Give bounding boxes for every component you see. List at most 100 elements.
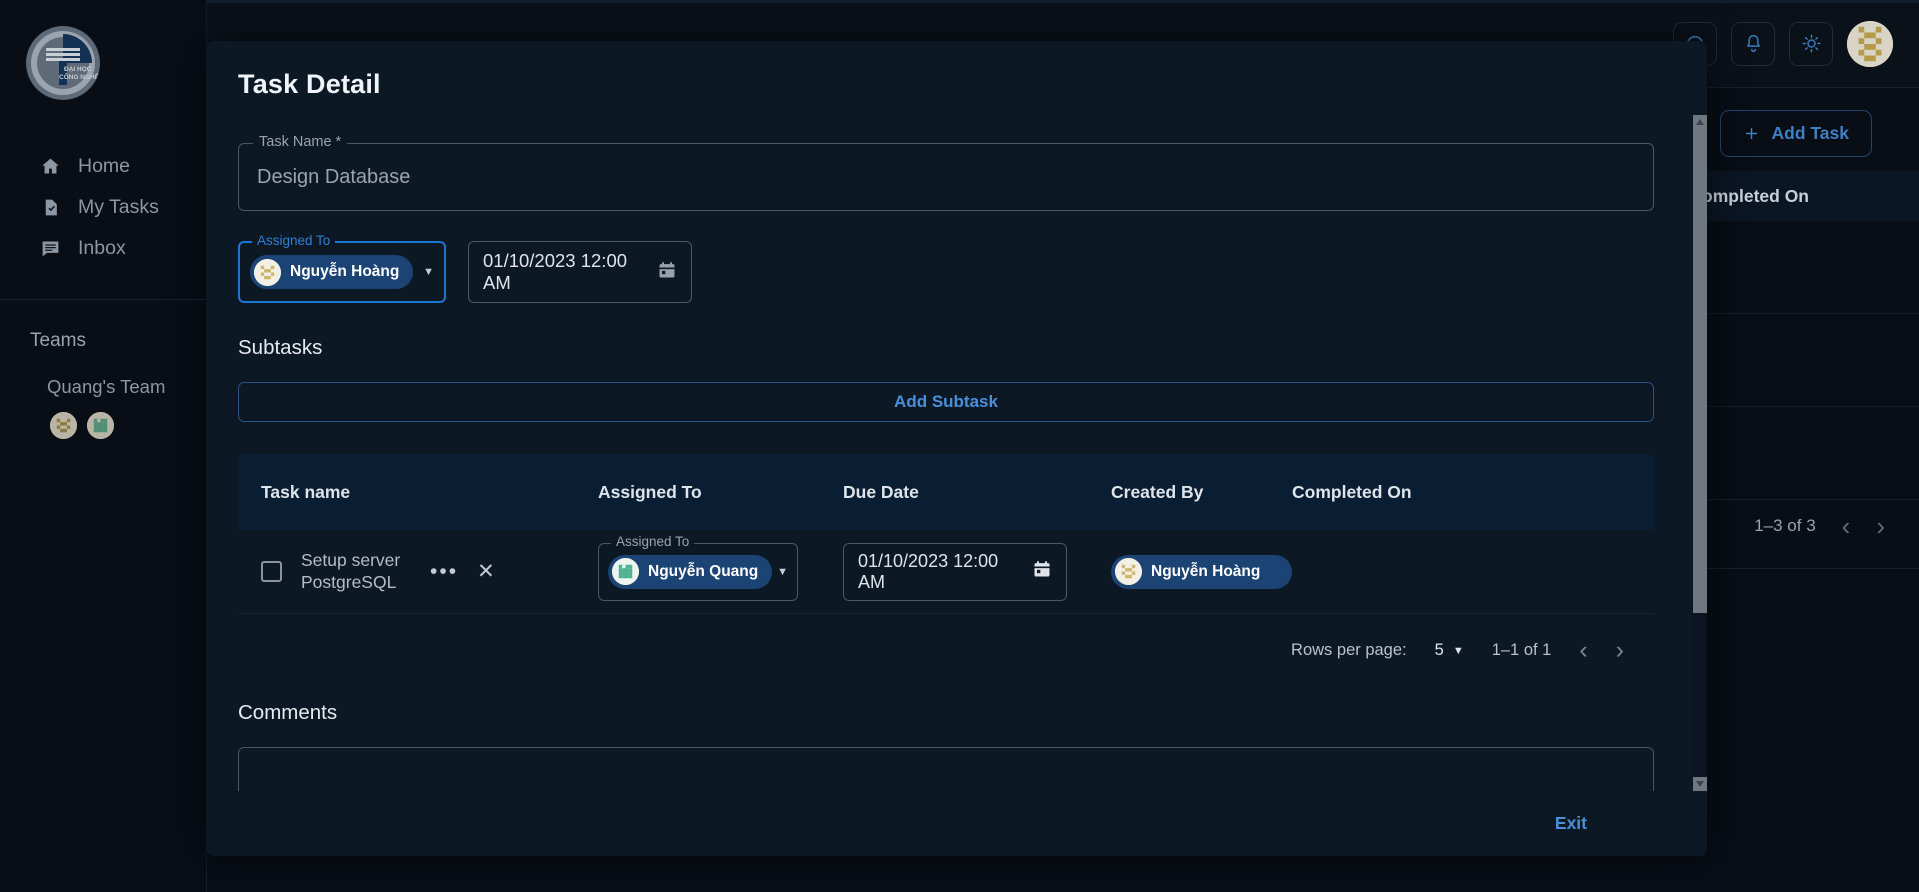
modal-scroll-body: Task Name * Design Database Assigned To [207,115,1685,791]
subtask-due-date-field[interactable]: 01/10/2023 12:00 AM [843,542,1067,601]
calendar-icon[interactable] [1032,559,1052,584]
brightness-sun-icon [1802,34,1820,53]
assigned-to-label: Assigned To [252,234,336,248]
avatar-identicon-green [612,558,639,585]
team-member-avatar-nguyen-quang[interactable] [87,412,114,439]
background-next-page-button[interactable]: › [1876,513,1885,539]
comments-title: Comments [238,701,338,724]
column-completed-on: Completed On [1292,481,1412,502]
brightness-toggle-button[interactable] [1789,21,1833,66]
due-date-field[interactable]: 01/10/2023 12:00 AM [468,241,692,303]
scroll-down-button[interactable] [1693,777,1707,791]
chevron-up-icon [1696,119,1704,125]
column-due-date: Due Date [843,481,919,502]
subtask-created-by-chip: Nguyễn Hoàng [1111,554,1292,589]
chip-avatar-nguyen-hoang [1115,558,1142,585]
background-pagination: 1–3 of 3 ‹ › [1754,513,1885,539]
chevron-down-icon: ▼ [1452,644,1464,657]
exit-button[interactable]: Exit [1555,813,1587,834]
add-task-button[interactable]: Add Task [1719,110,1872,157]
add-subtask-button[interactable]: Add Subtask [238,382,1654,422]
team-member-avatar-nguyen-hoang[interactable] [50,412,77,439]
assigned-to-chip[interactable]: Nguyễn Hoàng [250,255,414,289]
column-created-by: Created By [1111,481,1204,502]
teams-section-label: Teams [30,330,86,351]
subtask-assigned-chip[interactable]: Nguyễn Quang [608,554,773,589]
notification-bell-icon [1746,34,1760,53]
rows-per-page-select[interactable]: 5 ▼ [1435,641,1464,660]
plus-icon [1745,127,1757,140]
subtask-assigned-value: Nguyễn Quang [648,562,759,580]
modal-title: Task Detail [238,69,381,99]
comment-input[interactable] [238,747,1654,791]
university-logo-icon: ĐẠI HỌC CÔNG NGHỆ [27,27,100,99]
subtasks-table: Task name Assigned To Due Date Created B… [238,454,1654,614]
subtask-created-by-cell: Nguyễn Hoàng [1111,554,1292,589]
prev-page-button[interactable]: ‹ [1579,638,1587,663]
scroll-up-button[interactable] [1693,115,1707,129]
subtask-name-cell: Setup server PostgreSQL ••• ✕ [238,550,598,594]
svg-text:CÔNG NGHỆ: CÔNG NGHỆ [59,72,100,81]
sidebar-nav: Home My Tasks Inbox [0,146,206,269]
team-member-avatars [0,398,206,439]
team-item-quangs-team[interactable]: Quang's Team [0,352,206,398]
sidebar-item-home[interactable]: Home [0,146,206,187]
table-row: Setup server PostgreSQL ••• ✕ Assigned T… [238,530,1654,614]
rows-per-page-label: Rows per page: [1291,641,1407,659]
column-assigned-to: Assigned To [598,481,702,502]
background-column-completed-on: Completed On [1689,185,1809,206]
assignment-row: Assigned To Nguyễn Hoàng ▼ 01/10/2023 12… [238,234,1654,303]
chip-avatar-nguyen-quang [612,558,639,585]
university-logo: ĐẠI HỌC CÔNG NGHỆ [26,26,100,100]
modal-scrollbar[interactable] [1693,115,1707,791]
subtask-assigned-cell: Assigned To Nguyễn Quang ▼ [598,534,843,601]
scrollbar-thumb[interactable] [1693,129,1707,613]
background-pagination-range: 1–3 of 3 [1754,516,1816,535]
notification-bell-button[interactable] [1731,21,1775,66]
subtask-assigned-select[interactable]: Assigned To Nguyễn Quang ▼ [598,534,798,601]
app-root: Add Task Completed On 1–3 of 3 ‹ › ĐẠI H… [0,0,1919,892]
chip-avatar-nguyen-hoang [254,258,281,286]
avatar-identicon-gold [1847,20,1893,67]
task-name-field[interactable]: Task Name * Design Database [238,135,1654,211]
subtask-checkbox[interactable] [261,561,282,582]
task-detail-modal: Task Detail Task Name * Design Database … [207,41,1707,856]
task-name-label: Task Name * [253,135,348,150]
avatar-identicon-gold [50,412,77,439]
calendar-icon[interactable] [657,260,677,285]
user-avatar[interactable] [1847,20,1893,67]
chevron-down-icon[interactable]: ▼ [777,566,788,578]
subtasks-title: Subtasks [238,336,323,359]
sidebar-item-my-tasks[interactable]: My Tasks [0,187,206,228]
task-name-value: Design Database [257,165,411,188]
assigned-to-select[interactable]: Assigned To Nguyễn Hoàng ▼ [238,234,446,303]
subtask-assigned-label: Assigned To [611,534,695,548]
sidebar-item-label: My Tasks [78,196,159,218]
column-task-name: Task name [261,481,351,502]
svg-text:ĐẠI HỌC: ĐẠI HỌC [64,66,92,73]
next-page-button[interactable]: › [1616,638,1624,663]
sidebar-item-inbox[interactable]: Inbox [0,228,206,269]
background-prev-page-button[interactable]: ‹ [1842,513,1851,539]
due-date-value: 01/10/2023 12:00 AM [483,250,628,293]
subtask-created-by-value: Nguyễn Hoàng [1151,562,1261,580]
logo-container[interactable]: ĐẠI HỌC CÔNG NGHỆ [0,18,206,100]
avatar-identicon-gold [1115,558,1142,585]
subtasks-pagination: Rows per page: 5 ▼ 1–1 of 1 ‹ › [238,614,1654,663]
subtask-more-options-button[interactable]: ••• [430,560,458,584]
subtask-name-value: Setup server PostgreSQL [301,549,401,592]
sidebar-item-label: Inbox [78,237,126,259]
calendar-glyph [659,261,675,277]
subtask-due-date-cell: 01/10/2023 12:00 AM [843,542,1111,601]
add-task-label: Add Task [1771,123,1849,143]
chevron-down-icon[interactable]: ▼ [423,266,434,278]
subtasks-table-header: Task name Assigned To Due Date Created B… [238,454,1654,530]
sidebar-item-label: Home [78,155,131,177]
modal-footer: Exit [207,791,1707,856]
rows-per-page-value: 5 [1434,641,1444,659]
subtask-delete-button[interactable]: ✕ [477,559,495,584]
calendar-glyph [1034,561,1050,577]
home-icon [40,156,61,177]
avatar-identicon-gold [254,258,281,286]
sidebar: ĐẠI HỌC CÔNG NGHỆ Home My Tasks Inbox Te… [0,0,207,892]
